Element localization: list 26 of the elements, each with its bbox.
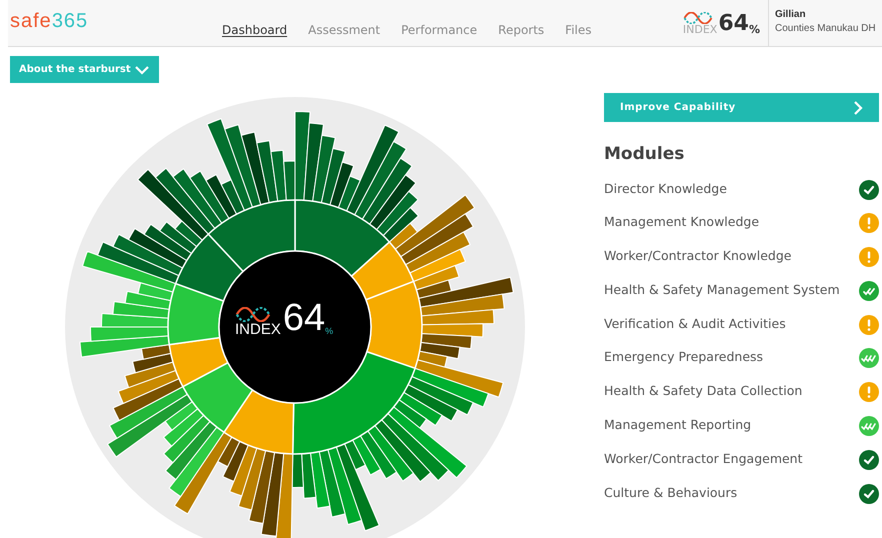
user-name: Gillian: [775, 10, 807, 20]
user-organisation: Counties Manukau DH: [775, 24, 877, 34]
module-name[interactable]: Health & Safety Data Collection: [604, 382, 802, 400]
modules-heading: Modules: [604, 143, 686, 166]
chevron-right-icon: [853, 100, 863, 116]
wave-icon: [682, 12, 713, 24]
module-name[interactable]: Worker/Contractor Engagement: [604, 450, 803, 468]
index-unit: %: [325, 327, 334, 336]
module-name[interactable]: Health & Safety Management System: [604, 280, 840, 299]
index-label: INDEX: [682, 24, 718, 35]
index-unit: %: [748, 24, 760, 35]
index-label: INDEX: [235, 322, 281, 337]
index-value: 64: [282, 299, 326, 337]
module-name[interactable]: Verification & Audit Activities: [604, 314, 786, 333]
module-name[interactable]: Management Reporting: [604, 416, 752, 434]
logo-text: safe: [10, 9, 52, 34]
wave-icon: [235, 307, 271, 322]
module-name[interactable]: Culture & Behaviours: [604, 484, 738, 502]
chevron-down-icon: [134, 64, 150, 74]
module-name[interactable]: Worker/Contractor Knowledge: [604, 247, 792, 266]
module-name[interactable]: Director Knowledge: [604, 180, 727, 198]
index-value: 64: [718, 13, 749, 35]
module-name[interactable]: Emergency Preparedness: [604, 348, 764, 366]
logo-number: 365: [52, 9, 88, 34]
module-name[interactable]: Management Knowledge: [604, 213, 760, 232]
nav-link[interactable]: Dashboard: [222, 21, 288, 39]
